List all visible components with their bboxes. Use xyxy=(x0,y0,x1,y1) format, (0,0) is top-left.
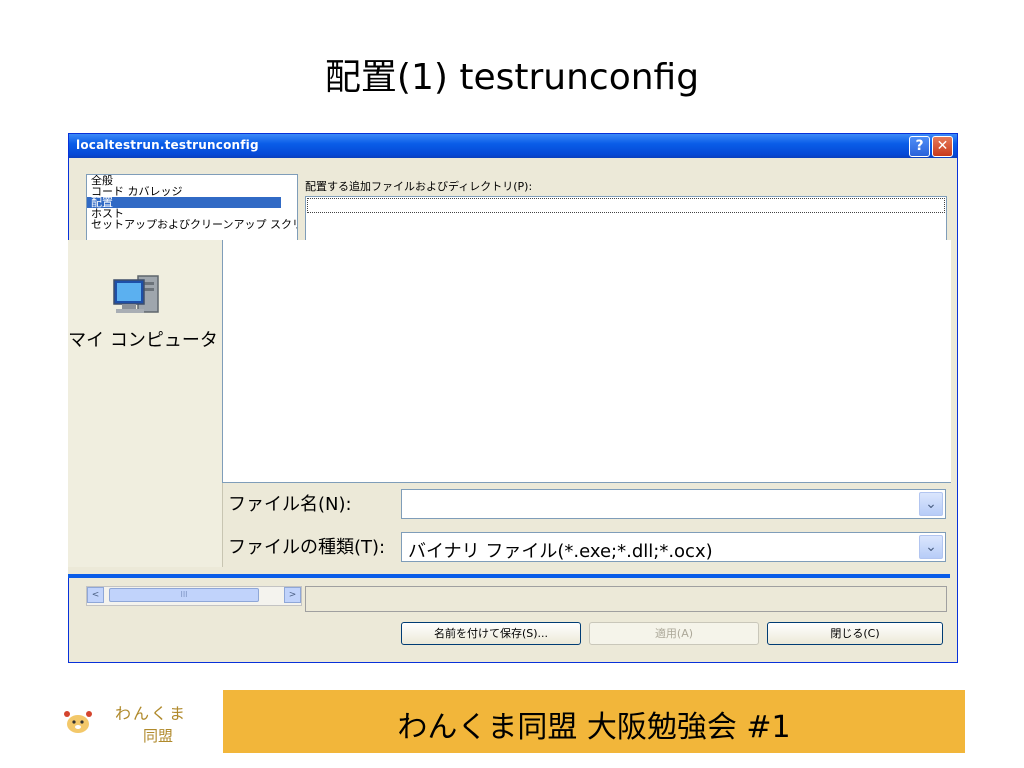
details-panel xyxy=(305,586,947,612)
filetype-combobox[interactable]: バイナリ ファイル(*.exe;*.dll;*.ocx) ⌄ xyxy=(401,532,946,562)
save-as-button[interactable]: 名前を付けて保存(S)... xyxy=(401,622,581,645)
focus-rectangle xyxy=(307,198,945,213)
footer-bar: わんくま 同盟 わんくま同盟 大阪勉強会 #1 xyxy=(55,690,965,753)
scroll-thumb[interactable]: III xyxy=(109,588,259,602)
filetype-label: ファイルの種類(T): xyxy=(228,537,386,558)
filename-label: ファイル名(N): xyxy=(228,494,352,515)
selection-border xyxy=(68,574,950,578)
help-button[interactable]: ? xyxy=(909,136,930,157)
deployment-files-label: 配置する追加ファイルおよびディレクトリ(P): xyxy=(305,180,533,193)
dialog-titlebar[interactable]: localtestrun.testrunconfig ? ✕ xyxy=(69,134,957,158)
bear-icon xyxy=(64,711,92,733)
filename-combobox[interactable]: ⌄ xyxy=(401,489,946,519)
filetype-value[interactable]: バイナリ ファイル(*.exe;*.dll;*.ocx) xyxy=(408,537,713,563)
close-button[interactable]: 閉じる(C) xyxy=(767,622,943,645)
footer-title: わんくま同盟 大阪勉強会 #1 xyxy=(397,710,791,745)
logo-text-line1: わんくま xyxy=(115,704,188,723)
dialog-title: localtestrun.testrunconfig xyxy=(76,138,259,152)
tree-horizontal-scrollbar[interactable]: < III > xyxy=(86,586,302,606)
chevron-down-icon[interactable]: ⌄ xyxy=(919,492,943,516)
my-computer-icon[interactable] xyxy=(108,270,168,320)
places-bar: マイ コンピュータ xyxy=(68,240,223,567)
wankuma-logo: わんくま 同盟 xyxy=(55,690,223,753)
deployment-files-list[interactable] xyxy=(305,196,947,242)
category-tree[interactable]: 全般 コード カバレッジ 配置 ホスト セットアップおよびクリーンアップ スクリ… xyxy=(86,174,298,241)
my-computer-label: マイ コンピュータ xyxy=(68,330,218,351)
close-icon[interactable]: ✕ xyxy=(932,136,953,157)
file-view-area[interactable] xyxy=(222,240,951,483)
logo-text-line2: 同盟 xyxy=(143,727,174,745)
scroll-left-button[interactable]: < xyxy=(87,587,104,603)
chevron-down-icon[interactable]: ⌄ xyxy=(919,535,943,559)
save-file-dialog-fragment: マイ コンピュータ ファイル名(N): ⌄ ファイルの種類(T): バイナリ フ… xyxy=(68,240,951,578)
slide-title: 配置(1) testrunconfig xyxy=(324,57,700,98)
tree-item-scripts[interactable]: セットアップおよびクリーンアップ スクリプト xyxy=(87,219,297,230)
apply-button[interactable]: 適用(A) xyxy=(589,622,759,645)
tree-item-code-coverage[interactable]: コード カバレッジ xyxy=(87,186,297,197)
scroll-right-button[interactable]: > xyxy=(284,587,301,603)
